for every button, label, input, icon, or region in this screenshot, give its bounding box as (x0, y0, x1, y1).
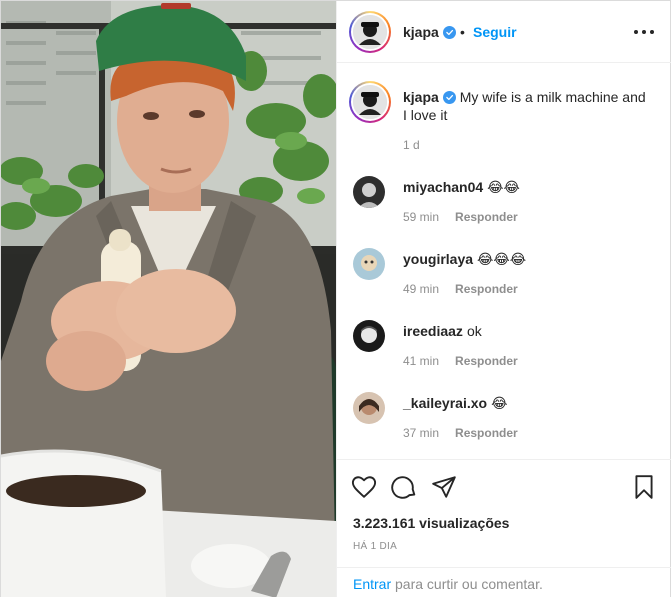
reply-button[interactable]: Responder (455, 426, 518, 440)
video-frame-image (1, 1, 336, 597)
avatar-photo (353, 248, 385, 280)
comment-meta: 49 min Responder (403, 282, 518, 296)
comment-text-line: ireediaaz ok (403, 322, 482, 340)
more-options-icon[interactable] (632, 25, 656, 39)
comment-text: 😂😂 (487, 179, 520, 195)
comment-text: ok (466, 323, 482, 339)
caption-username[interactable]: kjapa (403, 89, 439, 105)
caption-time: 1 d (403, 138, 420, 152)
verified-badge-icon (442, 91, 456, 104)
caption-text: My wife is a milk machine and I love it (403, 89, 646, 123)
author-username[interactable]: kjapa (403, 24, 439, 40)
comment-username[interactable]: _kaileyrai.xo (403, 395, 487, 411)
caption-author-avatar[interactable] (349, 81, 391, 123)
comment-icon[interactable] (391, 474, 417, 500)
avatar-photo (353, 392, 385, 424)
post-date[interactable]: HÁ 1 DIA (353, 541, 397, 552)
login-prompt-text: para curtir ou comentar. (391, 576, 543, 592)
comment-time: 37 min (403, 426, 440, 440)
comment-avatar[interactable] (353, 392, 385, 424)
avatar-photo (353, 85, 387, 119)
comment-avatar[interactable] (353, 176, 385, 208)
reply-button[interactable]: Responder (455, 210, 518, 224)
comment-time: 59 min (403, 210, 440, 224)
comment-text-line: yougirlaya 😂😂😂 (403, 250, 526, 268)
post-side-panel: kjapa • Seguir kjapa My wife is a milk m… (336, 1, 671, 597)
reply-button[interactable]: Responder (455, 354, 518, 368)
comment-meta: 37 min Responder (403, 426, 518, 440)
avatar-photo (353, 15, 387, 49)
comment-text-line: _kaileyrai.xo 😂 (403, 394, 507, 412)
reply-button[interactable]: Responder (455, 282, 518, 296)
post-video[interactable] (1, 1, 336, 597)
send-icon[interactable] (431, 474, 457, 500)
login-link[interactable]: Entrar (353, 576, 391, 592)
avatar-photo (353, 320, 385, 352)
comment-avatar[interactable] (353, 320, 385, 352)
follow-button[interactable]: Seguir (473, 24, 517, 40)
heart-icon[interactable] (351, 474, 377, 500)
comment-meta: 41 min Responder (403, 354, 518, 368)
author-avatar[interactable] (349, 11, 391, 53)
comment-time: 41 min (403, 354, 440, 368)
comment-avatar[interactable] (353, 248, 385, 280)
verified-badge-icon (442, 26, 456, 39)
comment-meta: 59 min Responder (403, 210, 518, 224)
action-bar (337, 459, 671, 513)
login-prompt: Entrar para curtir ou comentar. (337, 567, 671, 597)
instagram-post: kjapa • Seguir kjapa My wife is a milk m… (0, 0, 671, 597)
comment-username[interactable]: miyachan04 (403, 179, 483, 195)
caption: kjapa My wife is a milk machine and I lo… (403, 88, 653, 124)
avatar-photo (353, 176, 385, 208)
comments-list[interactable]: kjapa My wife is a milk machine and I lo… (337, 63, 671, 459)
comment-text: 😂😂😂 (477, 251, 527, 267)
comment-text-line: miyachan04 😂😂 (403, 178, 520, 196)
comment-time: 49 min (403, 282, 440, 296)
bookmark-icon[interactable] (631, 474, 657, 500)
post-header: kjapa • Seguir (337, 1, 671, 63)
view-count[interactable]: 3.223.161 visualizações (353, 515, 509, 531)
comment-username[interactable]: ireediaaz (403, 323, 463, 339)
author-username-link[interactable]: kjapa (403, 24, 456, 40)
header-separator: • (460, 24, 465, 40)
comment-text: 😂 (491, 395, 508, 411)
comment-username[interactable]: yougirlaya (403, 251, 473, 267)
